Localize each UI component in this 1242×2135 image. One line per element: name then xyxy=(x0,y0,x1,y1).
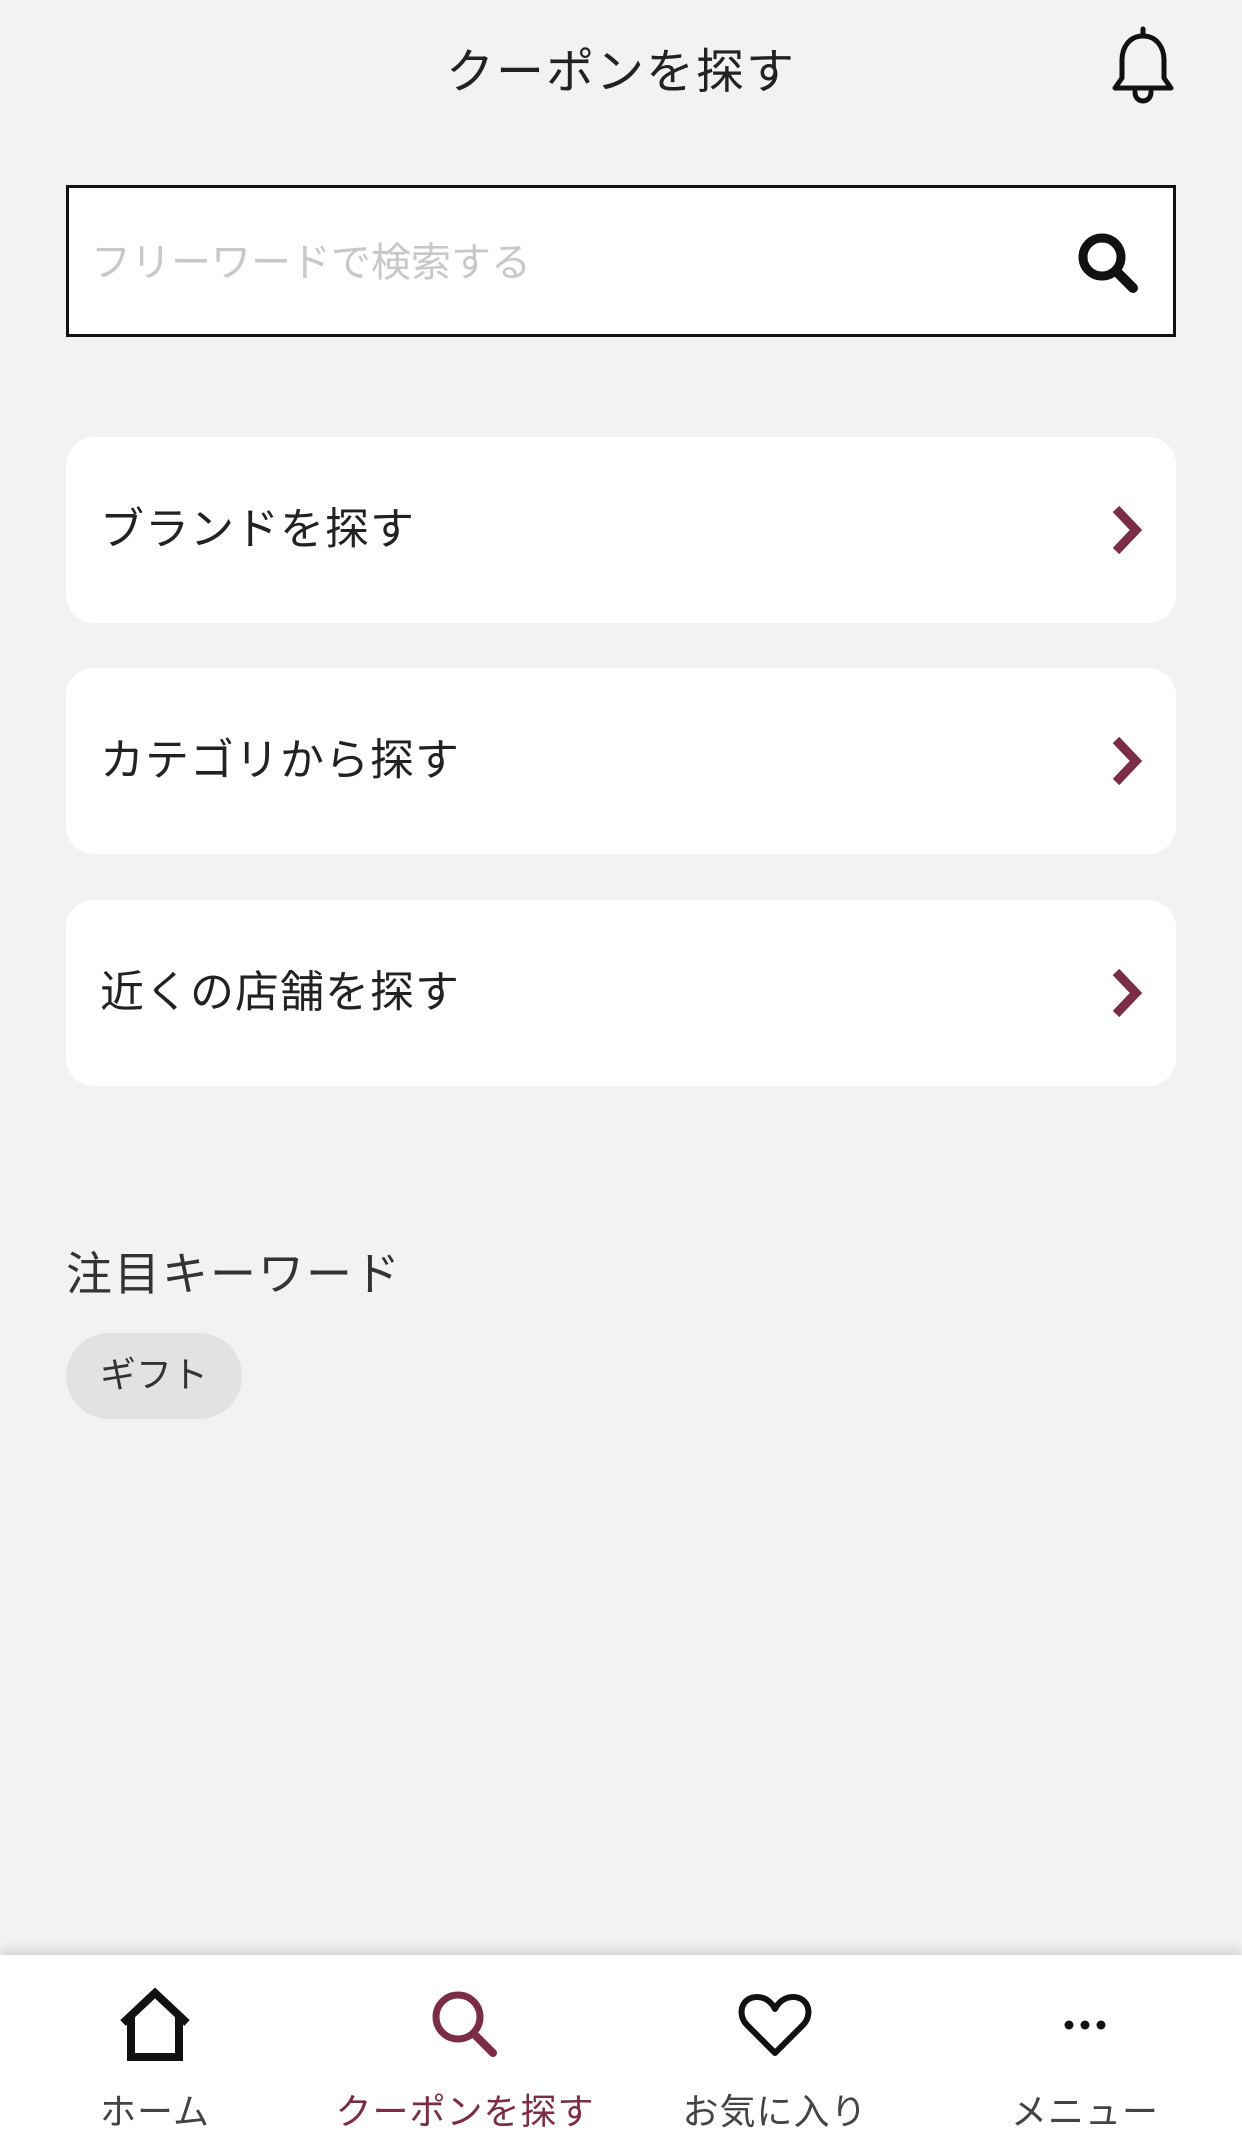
search-icon[interactable] xyxy=(1073,228,1143,298)
search-input[interactable] xyxy=(91,228,1041,298)
search-nearby-stores-item[interactable]: 近くの店舗を探す xyxy=(66,900,1176,1086)
nav-favorites[interactable]: お気に入り xyxy=(620,1955,930,2135)
menu-item-label: ブランドを探す xyxy=(100,504,415,555)
nav-coupon-search[interactable]: クーポンを探す xyxy=(310,1955,620,2135)
nav-home[interactable]: ホーム xyxy=(0,1955,310,2135)
more-icon xyxy=(1064,2020,1106,2030)
menu-item-label: カテゴリから探す xyxy=(100,735,460,786)
app-header: クーポンを探す xyxy=(0,0,1242,140)
bottom-nav: ホーム クーポンを探す お気に入り メニュー xyxy=(0,1955,1242,2135)
keyword-chip[interactable]: ギフト xyxy=(66,1333,242,1419)
search-icon xyxy=(432,1991,497,2057)
nav-label: メニュー xyxy=(1010,2092,1159,2133)
chevron-right-icon xyxy=(1112,968,1143,1018)
heart-icon xyxy=(738,1994,812,2056)
search-box xyxy=(66,185,1176,337)
chevron-right-icon xyxy=(1112,505,1143,555)
page-title: クーポンを探す xyxy=(445,44,796,100)
chevron-right-icon xyxy=(1112,736,1143,786)
nav-label: お気に入り xyxy=(682,2092,868,2133)
nav-menu[interactable]: メニュー xyxy=(930,1955,1240,2135)
menu-item-label: 近くの店舗を探す xyxy=(100,967,460,1018)
coupon-search-screen: クーポンを探す ブランドを探す カテゴリから探す 近くの店舗を探す xyxy=(0,0,1242,2135)
featured-keywords-heading: 注目キーワード xyxy=(66,1247,402,1301)
home-icon xyxy=(120,1987,190,2061)
search-by-category-item[interactable]: カテゴリから探す xyxy=(66,668,1176,854)
bell-icon[interactable] xyxy=(1108,26,1178,106)
nav-label: ホーム xyxy=(100,2092,210,2133)
search-by-brand-item[interactable]: ブランドを探す xyxy=(66,437,1176,623)
nav-label: クーポンを探す xyxy=(335,2092,595,2133)
